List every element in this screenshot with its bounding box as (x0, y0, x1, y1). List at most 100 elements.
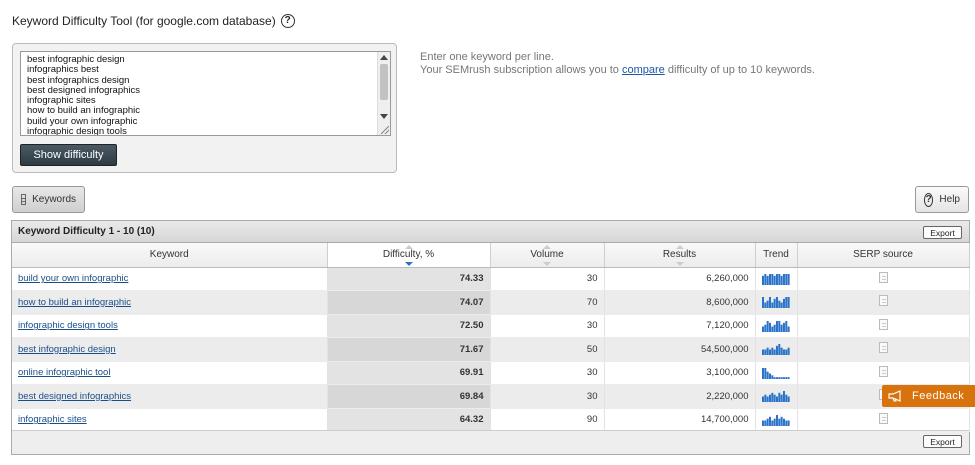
trend-bar (764, 394, 767, 403)
trend-bar (775, 320, 778, 332)
trend-bar (785, 273, 788, 285)
question-circle-icon: ? (924, 192, 934, 207)
trend-bar (787, 297, 790, 309)
trend-bar (768, 349, 771, 356)
resize-grip-icon[interactable] (381, 126, 389, 134)
hint-line-2-prefix: Your SEMrush subscription allows you to (420, 64, 622, 76)
compare-link[interactable]: compare (622, 64, 665, 76)
keyword-link[interactable]: build your own infographic (18, 273, 128, 284)
show-difficulty-button[interactable]: Show difficulty (20, 144, 117, 166)
table-header-bar: Keyword Difficulty 1 - 10 (10) Export (12, 221, 969, 243)
trend-bar (780, 416, 783, 426)
trend-cell (755, 290, 798, 315)
results-cell: 2,220,000 (604, 384, 756, 409)
trend-cell (755, 361, 798, 385)
help-button[interactable]: ? Help (915, 186, 969, 213)
export-button-bottom[interactable]: Export (923, 435, 962, 448)
keyword-link[interactable]: best designed infographics (18, 391, 131, 402)
hint-line-2-suffix: difficulty of up to 10 keywords. (664, 64, 815, 76)
trend-sparkline (762, 320, 790, 332)
trend-sparkline (762, 297, 790, 309)
feedback-button[interactable]: Feedback (882, 385, 975, 407)
trend-bar (773, 418, 776, 426)
trend-bar (787, 420, 790, 426)
trend-bar (782, 322, 785, 332)
serp-document-icon[interactable] (878, 271, 888, 283)
results-cell: 3,100,000 (604, 361, 756, 385)
trend-bar (773, 324, 776, 332)
trend-bar (771, 375, 774, 379)
trend-bar (787, 347, 790, 356)
trend-bar (766, 300, 769, 309)
instructions-hint: Enter one keyword per line. Your SEMrush… (420, 51, 815, 77)
trend-bar (785, 394, 788, 403)
results-cell: 7,120,000 (604, 314, 756, 338)
keyword-link[interactable]: best infographic design (18, 344, 116, 355)
trend-bar (785, 320, 788, 332)
trend-bar (771, 347, 774, 356)
hint-line-2: Your SEMrush subscription allows you to … (420, 64, 815, 77)
trend-bar (775, 297, 778, 309)
serp-document-icon[interactable] (878, 365, 888, 377)
column-header-difficulty[interactable]: Difficulty, % (327, 243, 491, 268)
help-question-icon[interactable]: ? (280, 14, 295, 28)
trend-cell (755, 337, 798, 362)
sort-down-icon (543, 261, 551, 266)
column-header-keyword[interactable]: Keyword (12, 243, 328, 268)
trend-bar (764, 324, 767, 332)
trend-bar (764, 420, 767, 426)
keyword-input-panel: best infographic design infographics best… (12, 43, 397, 173)
trend-bar (766, 347, 769, 356)
serp-document-icon[interactable] (878, 318, 888, 330)
volume-cell: 30 (490, 314, 605, 338)
keyword-difficulty-table: Keyword Difficulty, % Volume Results Tre… (12, 243, 970, 432)
textarea-scrollbar[interactable] (377, 52, 390, 135)
trend-bar (785, 297, 788, 309)
help-button-label: Help (939, 194, 960, 205)
hint-line-1: Enter one keyword per line. (420, 51, 554, 63)
trend-bar (782, 299, 785, 309)
keywords-textarea[interactable]: best infographic design infographics best… (20, 51, 391, 136)
trend-bar (778, 418, 781, 426)
serp-source-cell (797, 314, 970, 338)
keyword-link[interactable]: online infographic tool (18, 367, 110, 378)
results-cell: 6,260,000 (604, 267, 756, 291)
trend-bar (762, 275, 764, 285)
volume-cell: 90 (490, 408, 605, 432)
trend-bar (771, 420, 774, 426)
column-header-results[interactable]: Results (604, 243, 756, 268)
trend-bar (780, 347, 783, 356)
trend-bar (780, 275, 783, 285)
column-header-volume[interactable]: Volume (490, 243, 605, 268)
trend-bar (787, 273, 790, 285)
keyword-link[interactable]: infographic design tools (18, 320, 118, 331)
trend-bar (764, 302, 767, 309)
trend-bar (768, 322, 771, 332)
keywords-tab[interactable]: Keywords (12, 186, 85, 213)
trend-sparkline (762, 367, 790, 379)
trend-bar (785, 376, 788, 379)
scroll-down-arrow-icon[interactable] (380, 114, 388, 119)
scroll-up-arrow-icon[interactable] (380, 55, 388, 60)
sort-up-icon (675, 245, 684, 249)
table-row: build your own infographic 74.33 30 6,260,0… (12, 267, 970, 291)
trend-bar (773, 275, 776, 285)
keyword-difficulty-table-panel: Keyword Difficulty 1 - 10 (10) Export Ke… (11, 220, 970, 455)
serp-document-icon[interactable] (878, 295, 888, 307)
trend-bar (768, 373, 771, 379)
keyword-link[interactable]: infographic sites (18, 414, 87, 425)
volume-cell: 50 (490, 337, 605, 362)
keyword-cell: build your own infographic (12, 267, 328, 291)
serp-document-icon[interactable] (878, 342, 888, 354)
trend-sparkline (762, 391, 790, 403)
scrollbar-thumb[interactable] (380, 64, 388, 100)
trend-bar (785, 420, 788, 426)
trend-bar (762, 420, 764, 426)
volume-cell: 70 (490, 290, 605, 315)
keyword-link[interactable]: how to build an infographic (18, 297, 131, 308)
trend-bar (773, 394, 776, 403)
trend-bar (778, 376, 781, 379)
export-button-top[interactable]: Export (923, 226, 962, 239)
keyword-cell: best designed infographics (12, 384, 328, 409)
serp-document-icon[interactable] (878, 412, 888, 424)
